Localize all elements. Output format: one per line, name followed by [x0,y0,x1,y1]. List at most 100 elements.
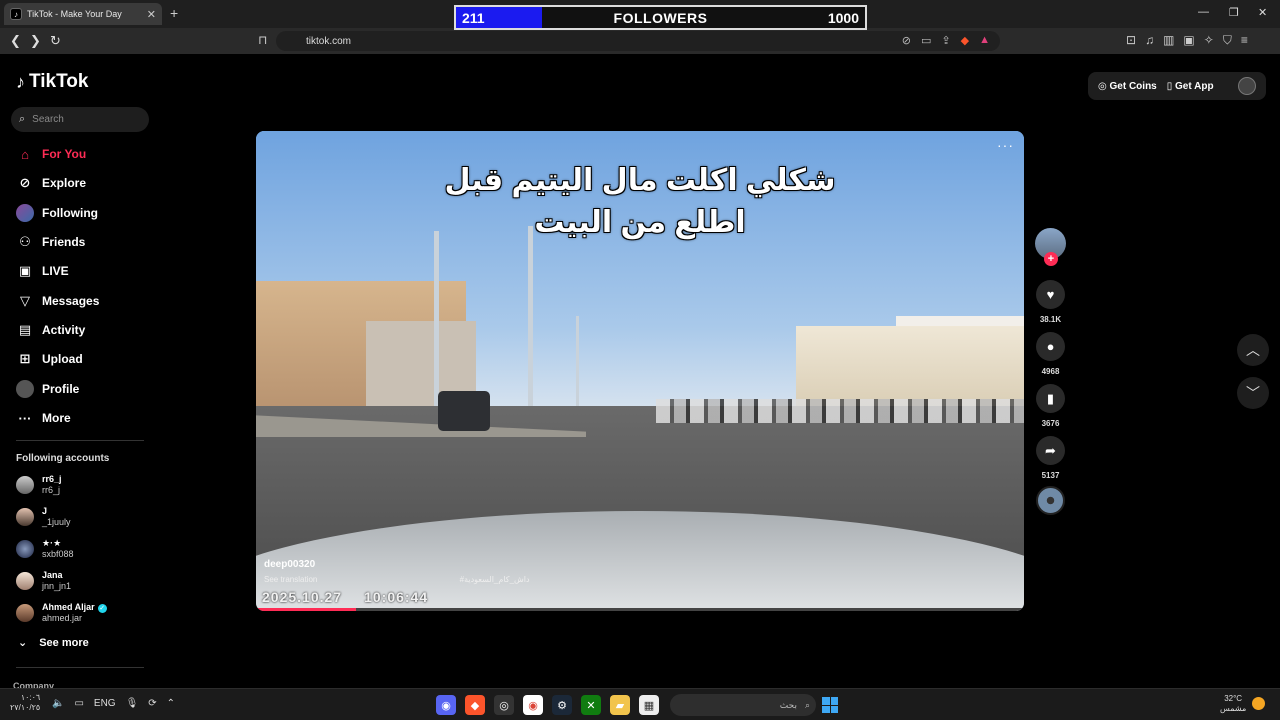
chrome-icon[interactable]: ◉ [523,695,543,715]
comment-count: 4968 [1041,367,1060,376]
follow-plus-icon[interactable]: + [1044,252,1058,266]
wallet-icon[interactable]: ▣ [1183,33,1194,48]
sync-icon[interactable]: ⟳ [148,698,156,709]
video-hashtag[interactable]: #داش_كام_السعودية [460,575,530,584]
os-taskbar: ١٠:٠٦ ٢٧/١٠/٢٥ 🔈 ▭ ENG 🎙 ⟳ ⌃ ◉ ◆ ◎ ◉ ⚙ ✕… [0,688,1280,720]
sidebar-toggle-icon[interactable]: ▥ [1163,33,1174,48]
user-avatar[interactable] [1237,77,1256,95]
obs-icon[interactable]: ◎ [494,695,514,715]
nav-for-you[interactable]: ⌂ For You [16,143,146,165]
scroll-down-button[interactable]: ﹀ [1237,377,1269,409]
language-indicator[interactable]: ENG [94,698,116,709]
account-item[interactable]: J _1juuly [16,506,71,528]
steam-icon[interactable]: ⚙ [552,695,572,715]
top-actions: ◎ Get Coins ▯ Get App [1088,72,1266,100]
windows-start-icon[interactable] [822,697,838,713]
video-caption-line-1: شكلي اكلت مال اليتيم قبل [444,164,836,197]
video-author[interactable]: deep00320 [264,559,315,570]
vpn-icon[interactable]: ⛉ [1223,33,1232,48]
file-explorer-icon[interactable]: ▰ [610,695,630,715]
account-item[interactable]: Ahmed Aljar ✓ ahmed.jar [16,602,107,624]
profile-icon [16,380,34,398]
nav-friends[interactable]: ⚇ Friends [16,231,146,253]
leo-ai-icon[interactable]: ✧ [1204,33,1214,48]
account-handle: ahmed.jar [42,613,83,623]
video-player[interactable]: شكلي اكلت مال اليتيم قبل اطلع من البيت ·… [256,131,1024,611]
tiktok-logo[interactable]: ♪ TikTok [16,71,88,93]
microphone-icon[interactable]: 🎙 [126,698,139,709]
nav-more[interactable]: ··· More [16,407,146,429]
bookmark-icon[interactable]: ⊓ [258,33,267,47]
url-input[interactable]: tiktok.com ⊘ ▭ ⇪ ◆ ▲ [276,31,1000,51]
nav-label: LIVE [42,264,69,278]
nav-live[interactable]: ▣ LIVE [16,260,146,282]
store-icon[interactable]: ▦ [639,695,659,715]
nav-upload[interactable]: ⊞ Upload [16,348,146,370]
account-item[interactable]: ★·★ sxbf088 [16,538,74,560]
screenshot-icon[interactable]: ⊡ [1126,33,1136,48]
account-name: ★·★ [42,538,62,548]
see-translation-link[interactable]: See translation [264,575,317,584]
get-app-button[interactable]: ▯ Get App [1167,81,1214,92]
browser-tab[interactable]: ♪ TikTok - Make Your Day ✕ [4,3,162,25]
sidebar-divider [16,667,144,668]
nav-profile[interactable]: Profile [16,378,146,400]
translate-icon[interactable]: ⊘ [902,34,911,47]
forward-icon[interactable]: ❯ [30,33,41,49]
cast-icon[interactable]: ▭ [921,34,931,47]
video-streetlight [434,231,439,406]
network-icon[interactable]: ▭ [74,698,83,709]
taskbar-clock[interactable]: ١٠:٠٦ ٢٧/١٠/٢٥ [10,693,40,713]
maximize-icon[interactable]: ❐ [1229,6,1239,19]
brave-rewards-icon[interactable]: ▲ [979,34,990,47]
volume-icon[interactable]: 🔈 [52,698,64,709]
like-count: 38.1K [1039,315,1062,324]
account-handle: _1juuly [42,517,71,527]
music-disc-icon[interactable] [1036,486,1065,515]
menu-icon[interactable]: ≡ [1241,33,1248,48]
nav-activity[interactable]: ▤ Activity [16,319,146,341]
new-tab-button[interactable]: + [170,5,178,21]
video-progress-bar[interactable] [256,608,1024,611]
minimize-icon[interactable]: — [1198,6,1209,18]
search-icon: ⌕ [19,113,26,125]
account-item[interactable]: Jana jnn_jn1 [16,570,71,592]
taskbar-search-text: بحث [779,699,797,710]
brave-icon[interactable]: ◆ [465,695,485,715]
xbox-icon[interactable]: ✕ [581,695,601,715]
get-coins-label: Get Coins [1109,80,1157,92]
like-button[interactable]: ♥ [1036,280,1065,309]
media-icon[interactable]: ♫ [1145,33,1154,48]
account-handle: rr6_j [42,485,61,495]
temperature: 32°C [1224,694,1243,703]
window-close-icon[interactable]: ✕ [1258,6,1267,19]
tab-close-icon[interactable]: ✕ [147,8,156,21]
dashcam-time: 10:06:44 [364,589,429,605]
nav-following[interactable]: Following [16,202,146,224]
followers-goal: 1000 [827,10,859,26]
chevron-up-icon: ︿ [1246,342,1260,358]
share-icon[interactable]: ⇪ [941,34,950,47]
weather-widget[interactable]: 32°C مشمس [1220,694,1246,714]
taskbar-search[interactable]: بحث ⌕ [670,694,816,716]
search-input[interactable]: ⌕ Search [11,107,149,132]
back-icon[interactable]: ❮ [10,33,21,49]
messages-icon: ▽ [20,293,30,308]
save-button[interactable]: ▮ [1036,384,1065,413]
comment-button[interactable]: ● [1036,332,1065,361]
video-more-options-icon[interactable]: ··· [997,137,1014,153]
comment-icon: ● [1046,339,1055,354]
nav-explore[interactable]: ⊘ Explore [16,172,146,194]
avatar [16,604,34,622]
scroll-up-button[interactable]: ︿ [1237,334,1269,366]
get-coins-button[interactable]: ◎ Get Coins [1098,81,1157,92]
reload-icon[interactable]: ↻ [50,33,61,49]
brave-shield-icon[interactable]: ◆ [961,34,969,47]
nav-messages[interactable]: ▽ Messages [16,290,146,312]
discord-icon[interactable]: ◉ [436,695,456,715]
get-app-label: Get App [1175,80,1214,92]
share-button[interactable]: ➦ [1036,436,1065,465]
account-item[interactable]: rr6_j rr6_j [16,474,62,496]
see-more-button[interactable]: ⌄ See more [18,636,89,650]
tray-chevron-up-icon[interactable]: ⌃ [167,698,175,709]
